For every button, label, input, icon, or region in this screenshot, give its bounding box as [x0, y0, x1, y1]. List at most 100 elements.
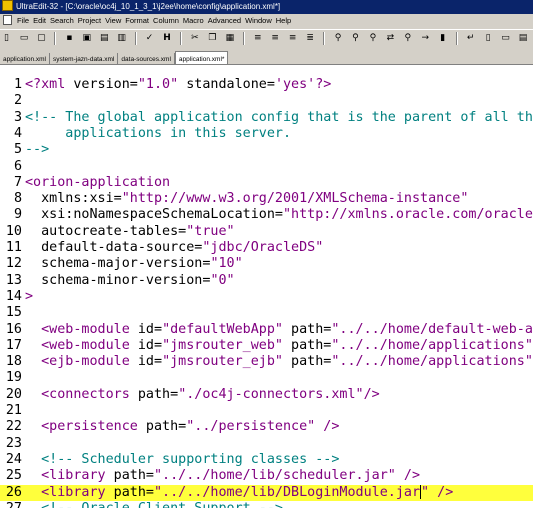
code-token: "0": [210, 272, 235, 288]
save-icon[interactable]: ▪: [64, 33, 75, 44]
find-in-files-icon[interactable]: ⚲: [402, 33, 413, 44]
tab-data-sources-xml[interactable]: data-sources.xml: [118, 53, 175, 64]
code-text: <web-module id="jmsrouter_web" path="../…: [22, 338, 533, 354]
code-token: path=: [283, 321, 332, 337]
code-line[interactable]: 2: [0, 93, 533, 109]
find-next-icon[interactable]: ⚲: [350, 33, 361, 44]
line-number: 25: [5, 468, 22, 484]
tab-application-xml-modified[interactable]: application.xml*: [174, 51, 229, 64]
open-file-icon[interactable]: ▭: [18, 33, 29, 44]
menu-window[interactable]: Window: [243, 14, 274, 28]
code-token: id=: [129, 321, 163, 337]
code-line[interactable]: 6: [0, 159, 533, 175]
code-line[interactable]: 11 default-data-source="jdbc/OracleDS": [0, 240, 533, 256]
code-token: path=: [283, 354, 332, 370]
copy-icon[interactable]: ❐: [207, 33, 218, 44]
align-left-icon[interactable]: ≡: [252, 33, 263, 44]
bookmark-icon[interactable]: ▮: [437, 33, 448, 44]
code-line[interactable]: 16 <web-module id="defaultWebApp" path="…: [0, 322, 533, 338]
code-line[interactable]: 5 -->: [0, 142, 533, 158]
line-number: 4: [13, 125, 22, 141]
menu-file[interactable]: File: [15, 14, 31, 28]
code-token: schema-minor-version=: [25, 272, 211, 288]
app-icon: [2, 0, 13, 12]
menu-search[interactable]: Search: [48, 14, 76, 28]
menu-edit[interactable]: Edit: [31, 14, 48, 28]
goto-icon[interactable]: →: [420, 33, 431, 44]
code-line[interactable]: 24 <!-- Scheduler supporting classes -->: [0, 452, 533, 468]
code-token: "jmsrouter_ejb": [162, 354, 283, 370]
cut-icon[interactable]: ✂: [189, 33, 200, 44]
code-text: applications in this server.: [22, 126, 291, 142]
line-number: 23: [5, 435, 22, 451]
code-token: schema-major-version=: [25, 256, 211, 272]
code-editor[interactable]: 1 <?xml version="1.0" standalone='yes'?> 2…: [0, 65, 533, 508]
code-line[interactable]: 27 <!-- Oracle Client Support -->: [0, 501, 533, 508]
tab-application-xml[interactable]: application.xml: [0, 53, 50, 64]
word-wrap-icon[interactable]: ↵: [465, 33, 476, 44]
replace-icon[interactable]: ⇄: [385, 33, 396, 44]
line-number: 21: [5, 403, 22, 418]
code-token: 'yes': [274, 77, 316, 92]
code-token: <!-- The global application config that …: [25, 109, 533, 125]
new-file-icon[interactable]: ▯: [1, 33, 12, 44]
code-token: <library: [25, 484, 106, 500]
code-line[interactable]: 22 <persistence path="../persistence" />: [0, 419, 533, 435]
tab-system-jazn-data-xml[interactable]: system-jazn-data.xml: [50, 53, 119, 64]
toolbar-separator: [323, 32, 326, 45]
menu-macro[interactable]: Macro: [181, 14, 206, 28]
align-center-icon[interactable]: ≡: [270, 33, 281, 44]
code-line[interactable]: 26 <library path="../../home/lib/DBLogin…: [0, 484, 533, 501]
code-line[interactable]: 17 <web-module id="jmsrouter_web" path="…: [0, 338, 533, 354]
code-line[interactable]: 20 <connectors path="./oc4j-connectors.x…: [0, 387, 533, 403]
tile-horizontal-icon[interactable]: ▤: [518, 33, 529, 44]
code-line[interactable]: 19: [0, 370, 533, 386]
line-number: 24: [5, 451, 22, 467]
menu-help[interactable]: Help: [274, 14, 293, 28]
spell-check-icon[interactable]: ✓: [144, 33, 155, 44]
split-window-icon[interactable]: ▭: [500, 33, 511, 44]
code-line[interactable]: 23: [0, 436, 533, 452]
justify-icon[interactable]: ≣: [305, 33, 316, 44]
hex-mode-icon[interactable]: H: [162, 33, 173, 44]
code-line[interactable]: 4 applications in this server.: [0, 126, 533, 142]
code-line[interactable]: 8 xmlns:xsi="http://www.w3.org/2001/XMLS…: [0, 191, 533, 207]
column-mode-icon[interactable]: ▯: [483, 33, 494, 44]
code-line[interactable]: 3 <!-- The global application config that…: [0, 110, 533, 126]
code-token: path=: [105, 468, 154, 484]
code-text: <!-- Oracle Client Support -->: [22, 501, 283, 508]
paste-icon[interactable]: ▦: [224, 33, 235, 44]
code-line[interactable]: 25 <library path="../../home/lib/schedul…: [0, 468, 533, 484]
line-number: 27: [0, 501, 22, 508]
save-all-icon[interactable]: ▣: [81, 33, 92, 44]
menu-view[interactable]: View: [103, 14, 123, 28]
code-line[interactable]: 12 schema-major-version="10": [0, 256, 533, 272]
close-file-icon[interactable]: ▢: [36, 33, 47, 44]
code-token: <!-- Scheduler supporting classes -->: [25, 451, 340, 467]
code-line[interactable]: 18 <ejb-module id="jmsrouter_ejb" path="…: [0, 354, 533, 370]
code-line[interactable]: 7 <orion-application: [0, 175, 533, 191]
find-icon[interactable]: ⚲: [333, 33, 344, 44]
code-line[interactable]: 21: [0, 403, 533, 419]
code-line[interactable]: 9 xsi:noNamespaceSchemaLocation="http://…: [0, 207, 533, 223]
window-title: UltraEdit-32 - [C:\oracle\oc4j_10_1_3_1\…: [16, 2, 281, 11]
toolbar-separator: [134, 32, 137, 45]
code-line[interactable]: 15: [0, 305, 533, 321]
code-token: <library: [25, 468, 106, 484]
find-prev-icon[interactable]: ⚲: [367, 33, 378, 44]
print-icon[interactable]: ▤: [99, 33, 110, 44]
align-right-icon[interactable]: ≡: [287, 33, 298, 44]
line-number: 8: [13, 191, 22, 207]
menu-project[interactable]: Project: [76, 14, 103, 28]
code-line[interactable]: 10 autocreate-tables="true": [0, 224, 533, 240]
code-text: -->: [22, 142, 49, 158]
menu-column[interactable]: Column: [151, 14, 181, 28]
code-text: <!-- Scheduler supporting classes -->: [22, 452, 339, 468]
menu-format[interactable]: Format: [123, 14, 151, 28]
document-icon[interactable]: [3, 15, 12, 26]
code-line[interactable]: 1 <?xml version="1.0" standalone='yes'?>: [0, 77, 533, 93]
menu-advanced[interactable]: Advanced: [206, 14, 243, 28]
code-line[interactable]: 14 >: [0, 289, 533, 305]
print-preview-icon[interactable]: ▥: [116, 33, 127, 44]
code-line[interactable]: 13 schema-minor-version="0": [0, 273, 533, 289]
